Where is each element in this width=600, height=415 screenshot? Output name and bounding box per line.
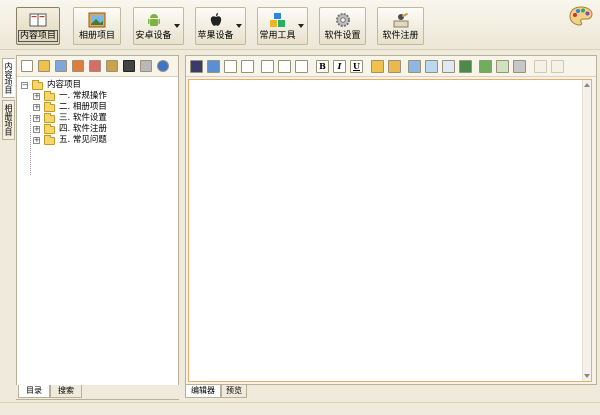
editor-toolbar: B I U [186,56,596,77]
chevron-down-icon[interactable] [236,24,242,28]
tree-item[interactable]: + 三. 软件设置 [21,113,176,124]
content-tree-panel: − 内容项目 + 一. 常规操作 + 二. 相册项目 + 三. 软件设置 + 四… [16,55,179,400]
toolbar-settings-label: 软件设置 [324,31,361,41]
toolbar-settings-button[interactable]: 软件设置 [319,7,366,45]
chevron-down-icon[interactable] [298,24,304,28]
export-icon[interactable] [496,60,509,73]
find-icon[interactable] [224,60,237,73]
new-file-icon[interactable] [21,60,33,72]
help-icon[interactable] [157,60,169,72]
folder-icon [44,113,55,123]
tab-content-project[interactable]: 内容项目 [2,58,15,98]
editor-panel: B I U [185,55,597,385]
collapse-icon[interactable]: − [21,82,28,89]
edit-icon[interactable] [89,60,101,72]
tree-item-label: 四. 软件注册 [59,124,107,134]
align-center-icon[interactable] [278,60,291,73]
editor-bottom-tabs: 编辑器 预览 [185,385,597,399]
tree-item-label: 三. 软件设置 [59,113,107,123]
photo-album-icon [88,12,106,28]
folder-icon [44,102,55,112]
underline-icon[interactable]: U [350,60,363,73]
tab-album-project[interactable]: 相册项目 [2,100,15,140]
toolbar-apple-label: 苹果设备 [197,31,234,41]
tab-toc[interactable]: 目录 [18,385,50,398]
toolbar-android-label: 安卓设备 [135,31,172,41]
image-icon[interactable] [371,60,384,73]
tree-item[interactable]: + 四. 软件注册 [21,124,176,135]
folder-icon [44,91,55,101]
align-left-icon[interactable] [261,60,274,73]
open-folder-icon[interactable] [38,60,50,72]
tab-editor[interactable]: 编辑器 [185,385,221,398]
expand-icon[interactable]: + [33,104,40,111]
tree-item[interactable]: + 五. 常见问题 [21,135,176,146]
sound-icon[interactable] [140,60,152,72]
clear-format-icon[interactable] [513,60,526,73]
tree-item[interactable]: + 二. 相册项目 [21,102,176,113]
replace-icon[interactable] [241,60,254,73]
apple-icon [210,13,221,26]
toolbar-register-label: 软件注册 [382,31,419,41]
book-icon [29,13,47,27]
toolbar-content-label: 内容项目 [17,30,58,42]
scroll-down-icon[interactable] [584,374,590,378]
export-icon[interactable] [72,60,84,72]
expand-icon[interactable]: + [33,93,40,100]
tree-root-label: 内容项目 [47,80,82,90]
folder-icon [44,124,55,134]
chevron-down-icon[interactable] [174,24,180,28]
editor-text-area[interactable] [188,79,592,382]
tools-blocks-icon [269,13,285,27]
tab-search[interactable]: 搜索 [50,385,82,398]
tree-item-label: 五. 常见问题 [59,135,107,145]
status-bar [0,402,600,415]
toolbar-album-label: 相册项目 [78,31,115,41]
toolbar-tools-button[interactable]: 常用工具 [257,7,308,45]
expand-icon[interactable]: + [33,115,40,122]
folder-icon [44,135,55,145]
gear-icon [335,13,350,27]
save-icon[interactable] [190,60,203,73]
redo-icon[interactable] [551,60,564,73]
tools-icon[interactable] [106,60,118,72]
expand-icon[interactable]: + [33,126,40,133]
qr-icon[interactable] [123,60,135,72]
register-icon [393,12,408,28]
toolbar-apple-button[interactable]: 苹果设备 [195,7,246,45]
tree-item-label: 一. 常规操作 [59,91,107,101]
tree-toolbar [17,56,178,77]
content-tree: − 内容项目 + 一. 常规操作 + 二. 相册项目 + 三. 软件设置 + 四… [21,80,176,175]
text-color-icon[interactable] [388,60,401,73]
android-icon [147,14,160,26]
toolbar-tools-label: 常用工具 [259,31,296,41]
insert-icon[interactable] [479,60,492,73]
left-bottom-tabs: 目录 搜索 [16,385,179,399]
main-toolbar: 内容项目 相册项目 安卓设备 苹果设备 常用工具 软件设置 软件注册 [0,0,600,50]
bold-icon[interactable]: B [316,60,329,73]
toolbar-register-button[interactable]: 软件注册 [377,7,424,45]
editor-scrollbar[interactable] [582,80,591,381]
undo-icon[interactable] [534,60,547,73]
tree-root[interactable]: − 内容项目 [21,80,176,91]
expand-icon[interactable]: + [33,137,40,144]
fullscreen-icon[interactable] [207,60,220,73]
picture-icon[interactable] [425,60,438,73]
toolbar-content-button[interactable]: 内容项目 [16,7,60,45]
link-icon[interactable] [459,60,472,73]
toolbar-android-button[interactable]: 安卓设备 [133,7,184,45]
media-icon[interactable] [408,60,421,73]
tab-preview[interactable]: 预览 [221,385,247,398]
italic-icon[interactable]: I [333,60,346,73]
tree-item[interactable]: + 一. 常规操作 [21,91,176,102]
table-icon[interactable] [442,60,455,73]
align-right-icon[interactable] [295,60,308,73]
palette-icon[interactable] [569,6,593,26]
toolbar-album-button[interactable]: 相册项目 [73,7,121,45]
scroll-up-icon[interactable] [584,83,590,87]
tree-item-label: 二. 相册项目 [59,102,107,112]
save-as-icon[interactable] [55,60,67,72]
folder-icon [32,80,43,90]
